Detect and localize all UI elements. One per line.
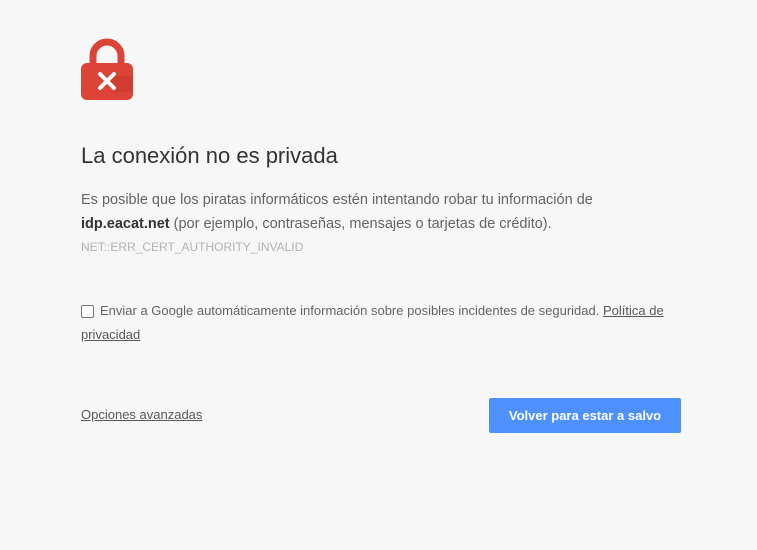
message-text-continued: (por ejemplo, contraseñas, mensajes o ta… — [169, 216, 552, 232]
main-message: Es posible que los piratas informáticos … — [81, 188, 681, 236]
message-text: Es posible que los piratas informáticos … — [81, 192, 593, 208]
lock-error-icon — [81, 36, 133, 100]
optin-label: Enviar a Google automáticamente informac… — [100, 303, 600, 318]
advanced-options-link[interactable]: Opciones avanzadas — [81, 407, 202, 422]
back-to-safety-button[interactable]: Volver para estar a salvo — [489, 398, 681, 433]
error-code: NET::ERR_CERT_AUTHORITY_INVALID — [81, 240, 304, 254]
page-title: La conexión no es privada — [81, 143, 338, 168]
safe-browsing-optin: Enviar a Google automáticamente informac… — [81, 299, 681, 347]
domain-name: idp.eacat.net — [81, 216, 170, 232]
report-checkbox[interactable] — [81, 305, 94, 318]
interstitial-wrapper: La conexión no es privada Es posible que… — [81, 36, 681, 433]
